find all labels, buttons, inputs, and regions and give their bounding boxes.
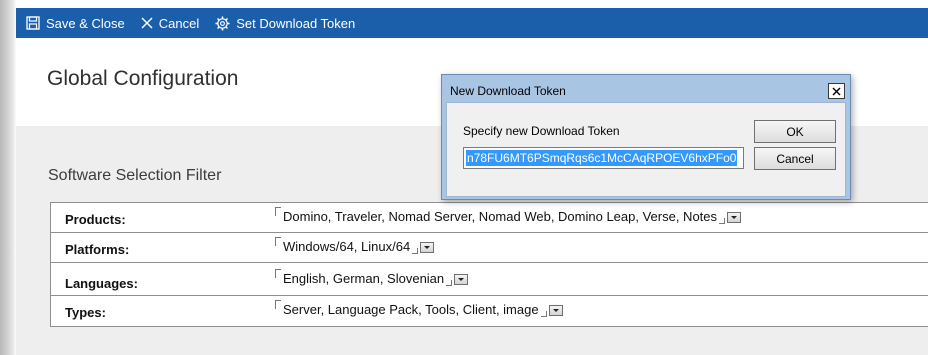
products-value: Domino, Traveler, Nomad Server, Nomad We… — [283, 209, 718, 224]
platforms-dropdown-button[interactable] — [420, 242, 435, 253]
field-start-marker — [275, 300, 281, 309]
chevron-down-icon — [458, 278, 465, 281]
filter-table: Products: Domino, Traveler, Nomad Server… — [50, 202, 928, 327]
field-start-marker — [275, 237, 281, 246]
close-x-icon — [141, 17, 153, 29]
set-download-token-label: Set Download Token — [236, 15, 356, 31]
filter-row-platforms: Platforms: Windows/64, Linux/64 — [51, 233, 928, 263]
types-value: Server, Language Pack, Tools, Client, im… — [283, 302, 539, 317]
languages-label: Languages: — [65, 276, 138, 291]
chevron-down-icon — [731, 216, 738, 219]
dialog-cancel-button[interactable]: Cancel — [754, 147, 836, 170]
gear-icon — [215, 15, 230, 31]
types-field[interactable]: Server, Language Pack, Tools, Client, im… — [275, 300, 563, 317]
dialog-title: New Download Token — [450, 84, 566, 98]
platforms-field[interactable]: Windows/64, Linux/64 — [275, 237, 435, 254]
field-end-marker — [446, 279, 453, 286]
filter-row-types: Types: Server, Language Pack, Tools, Cli… — [51, 296, 928, 326]
page-title: Global Configuration — [47, 67, 239, 90]
filter-row-languages: Languages: English, German, Slovenian — [51, 263, 928, 296]
set-download-token-button[interactable]: Set Download Token — [215, 16, 355, 31]
languages-dropdown-button[interactable] — [454, 274, 469, 285]
chevron-down-icon — [424, 246, 431, 249]
section-title: Software Selection Filter — [48, 167, 222, 184]
languages-value: English, German, Slovenian — [283, 271, 445, 286]
cancel-label: Cancel — [158, 15, 200, 31]
products-dropdown-button[interactable] — [727, 212, 742, 223]
products-field[interactable]: Domino, Traveler, Nomad Server, Nomad We… — [275, 207, 742, 224]
field-end-marker — [540, 310, 547, 317]
app-window: Save & Close Cancel Set Download Token G… — [16, 8, 928, 355]
field-end-marker — [719, 217, 726, 224]
cancel-button[interactable]: Cancel — [141, 16, 199, 31]
ok-button[interactable]: OK — [754, 120, 836, 143]
products-label: Products: — [65, 212, 126, 227]
types-dropdown-button[interactable] — [548, 305, 563, 316]
save-close-label: Save & Close — [46, 15, 125, 31]
dialog-titlebar[interactable]: New Download Token — [442, 75, 850, 103]
languages-field[interactable]: English, German, Slovenian — [275, 269, 469, 286]
save-close-button[interactable]: Save & Close — [26, 16, 125, 31]
new-download-token-dialog: New Download Token Specify new Download … — [441, 74, 851, 200]
chevron-down-icon — [552, 309, 559, 312]
platforms-value: Windows/64, Linux/64 — [283, 239, 411, 254]
download-token-input[interactable]: n78FU6MT6PSmqRqs6c1McCAqRPOEV6hxPFo0 — [463, 147, 744, 169]
field-start-marker — [275, 269, 281, 278]
dialog-body: Specify new Download Token n78FU6MT6PSmq… — [446, 102, 846, 197]
download-token-value: n78FU6MT6PSmqRqs6c1McCAqRPOEV6hxPFo0 — [466, 150, 738, 166]
field-start-marker — [275, 207, 281, 216]
dialog-prompt: Specify new Download Token — [463, 124, 620, 138]
types-label: Types: — [65, 305, 106, 320]
dialog-close-button[interactable] — [828, 83, 845, 99]
action-toolbar: Save & Close Cancel Set Download Token — [16, 8, 928, 38]
filter-row-products: Products: Domino, Traveler, Nomad Server… — [51, 203, 928, 233]
field-end-marker — [412, 247, 419, 254]
save-icon — [26, 16, 40, 30]
platforms-label: Platforms: — [65, 242, 130, 257]
close-icon — [832, 87, 841, 95]
